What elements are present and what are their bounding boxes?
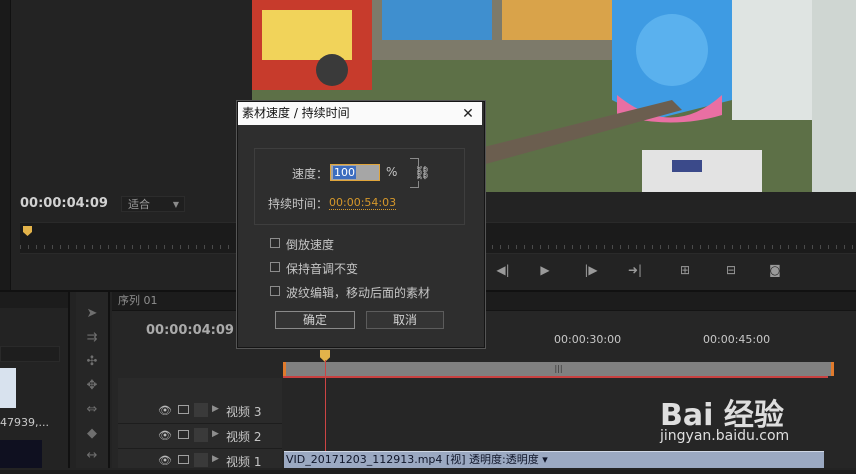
slip-tool-icon[interactable]: ↔ (84, 448, 100, 464)
ruler-label: 00:00:45:00 (703, 333, 771, 346)
extract-icon[interactable]: ⊟ (716, 259, 746, 281)
play-icon[interactable]: ▶ (530, 259, 560, 281)
tab-sequence-01[interactable]: 序列 01 (118, 293, 158, 309)
tools-panel: ➤ ⇉ ✣ ✥ ⇔ ◆ ↔ (76, 292, 110, 468)
rolling-edit-tool-icon[interactable]: ✥ (84, 378, 100, 394)
track-header-video-2[interactable]: 👁 ▶ 视频 2 (118, 424, 282, 449)
video-clip[interactable]: VID_20171203_112913.mp4 [视] 透明度:透明度 ▾ (284, 451, 824, 468)
checkbox-box[interactable] (270, 238, 280, 248)
selection-tool-icon[interactable]: ➤ (84, 306, 100, 322)
speed-label: 速度： (292, 167, 329, 181)
checkbox-box[interactable] (270, 286, 280, 296)
lift-icon[interactable]: ⊞ (670, 259, 700, 281)
camera-icon (178, 455, 189, 464)
track-name: 视频 1 (226, 455, 262, 469)
ruler-label: 00:00:30:00 (554, 333, 622, 346)
expand-triangle-icon[interactable]: ▶ (212, 404, 219, 414)
lock-toggle[interactable] (194, 453, 208, 467)
checkbox-label: 保持音调不变 (286, 262, 359, 276)
watermark-url: jingyan.baidu.com (660, 428, 790, 444)
project-panel-header (0, 292, 68, 308)
media-item-label: 47939,... (0, 416, 49, 429)
expand-triangle-icon[interactable]: ▶ (212, 429, 219, 439)
speed-input[interactable]: 100 (330, 164, 380, 181)
work-area-bar[interactable]: ||| (283, 362, 834, 376)
panel-edge (0, 0, 11, 290)
ok-button[interactable]: 确定 (275, 311, 355, 329)
media-thumbnail[interactable] (0, 368, 16, 408)
go-to-out-icon[interactable]: ➜| (620, 259, 650, 281)
razor-tool-icon[interactable]: ◆ (84, 426, 100, 442)
eye-icon[interactable]: 👁 (158, 454, 172, 467)
step-forward-icon[interactable]: |▶ (576, 259, 606, 281)
render-bar (283, 376, 828, 378)
cancel-button[interactable]: 取消 (366, 311, 444, 329)
checkbox-label: 倒放速度 (286, 238, 335, 252)
eye-icon[interactable]: 👁 (158, 404, 172, 417)
lock-toggle[interactable] (194, 403, 208, 417)
track-header-video-1[interactable]: 👁 ▶ 视频 1 (118, 449, 282, 474)
camera-icon (178, 430, 189, 439)
ripple-edit-tool-icon[interactable]: ✣ (84, 354, 100, 370)
camera-icon[interactable]: ◙ (760, 259, 790, 281)
speed-value: 100 (333, 166, 356, 179)
checkbox-box[interactable] (270, 262, 280, 272)
fit-dropdown-value: 适合 (128, 198, 150, 211)
sequence-timecode[interactable]: 00:00:04:09 (146, 323, 234, 338)
lock-toggle[interactable] (194, 428, 208, 442)
rate-stretch-tool-icon[interactable]: ⇔ (84, 402, 100, 418)
eye-icon[interactable]: 👁 (158, 429, 172, 442)
transport-controls: ◀| ▶ |▶ ➜| ⊞ ⊟ ◙ (480, 259, 856, 283)
dialog-title: 素材速度 / 持续时间 (238, 102, 482, 125)
duration-label: 持续时间： (268, 197, 329, 211)
speed-unit: % (386, 165, 398, 179)
track-name: 视频 3 (226, 405, 262, 419)
checkbox-label: 波纹编辑，移动后面的素材 (286, 286, 431, 300)
fit-dropdown[interactable]: 适合 ▼ (121, 196, 185, 212)
track-name: 视频 2 (226, 430, 262, 444)
program-timecode[interactable]: 00:00:04:09 (20, 196, 108, 211)
track-select-tool-icon[interactable]: ⇉ (84, 330, 100, 346)
project-dropdown[interactable] (0, 346, 60, 362)
program-monitor-side (812, 0, 856, 192)
track-header-video-3[interactable]: 👁 ▶ 视频 3 (118, 399, 282, 424)
chevron-down-icon: ▼ (172, 200, 179, 209)
duration-value[interactable]: 00:00:54:03 (329, 196, 397, 210)
step-back-icon[interactable]: ◀| (488, 259, 518, 281)
close-icon[interactable]: ✕ (458, 104, 478, 124)
expand-triangle-icon[interactable]: ▶ (212, 454, 219, 464)
speed-duration-group (254, 148, 465, 225)
media-thumbnail[interactable] (0, 440, 42, 468)
work-area-grip: ||| (554, 364, 563, 373)
chain-link-icon[interactable]: ⛓ (414, 166, 431, 181)
camera-icon (178, 405, 189, 414)
